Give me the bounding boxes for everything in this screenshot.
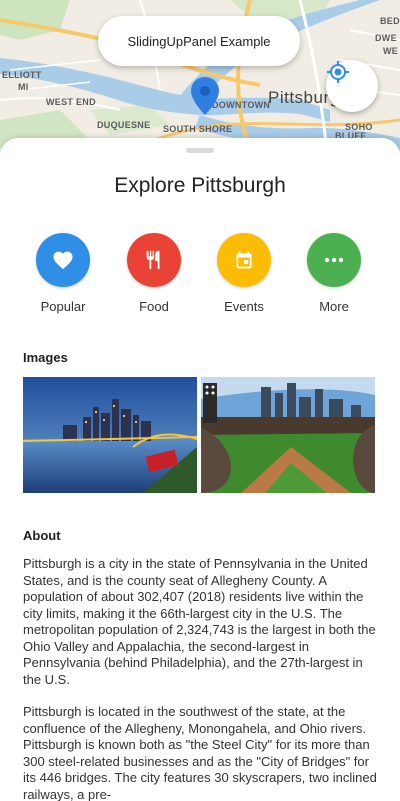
my-location-button[interactable] (326, 60, 378, 112)
map-label: BED (380, 16, 400, 26)
gps-icon (327, 61, 349, 83)
map-label: WE (383, 46, 399, 56)
panel-title: Explore Pittsburgh (114, 174, 286, 197)
map-label: WEST END (46, 97, 96, 107)
popular-button[interactable]: Popular (23, 233, 103, 314)
app-title-pill: SlidingUpPanel Example (98, 16, 300, 66)
more-label: More (319, 299, 349, 314)
food-button[interactable]: Food (114, 233, 194, 314)
about-heading: About (23, 528, 61, 543)
app-title: SlidingUpPanel Example (127, 33, 271, 49)
images-heading: Images (23, 350, 68, 365)
food-label: Food (139, 299, 169, 314)
map-label: SOUTH SHORE (163, 124, 233, 134)
heart-icon (36, 233, 90, 287)
map-label: DWE (375, 33, 397, 43)
about-paragraph-1: Pittsburgh is a city in the state of Pen… (23, 556, 376, 687)
map-label: DUQUESNE (97, 120, 151, 130)
sliding-panel[interactable]: Explore Pittsburgh Popular Food Events M… (0, 138, 400, 801)
map-label: ELLIOTT (2, 70, 42, 80)
restaurant-icon (127, 233, 181, 287)
event-icon (217, 233, 271, 287)
more-icon (307, 233, 361, 287)
popular-label: Popular (40, 299, 86, 314)
pittsburgh-skyline-image[interactable] (23, 377, 197, 493)
events-button[interactable]: Events (204, 233, 284, 314)
map-label: DOWNTOWN (212, 100, 271, 110)
ballpark-image[interactable] (201, 377, 375, 493)
map-label: MI (18, 82, 29, 92)
drag-handle[interactable] (186, 148, 214, 153)
more-button[interactable]: More (294, 233, 374, 314)
events-label: Events (224, 299, 264, 314)
about-paragraph-2: Pittsburgh is located in the southwest o… (23, 704, 377, 801)
